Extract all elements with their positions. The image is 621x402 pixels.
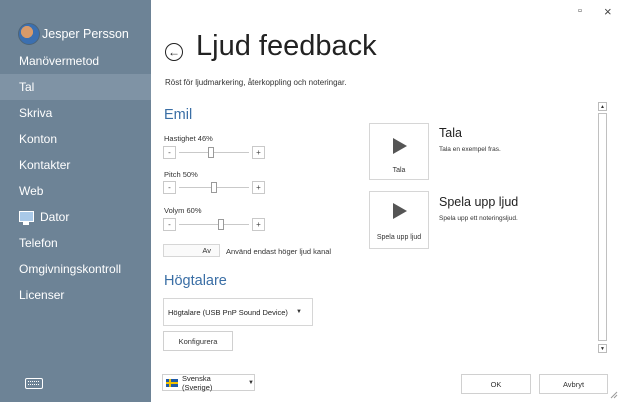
monitor-icon bbox=[19, 210, 34, 225]
play-sound-title: Spela upp ljud bbox=[439, 195, 519, 209]
right-channel-label: Använd endast höger ljud kanal bbox=[226, 247, 332, 256]
scroll-up-button[interactable]: ▲ bbox=[598, 102, 607, 111]
sidebar-item-label: Manövermetod bbox=[19, 54, 100, 68]
pitch-decrease-button[interactable]: - bbox=[163, 181, 176, 194]
volume-increase-button[interactable]: + bbox=[252, 218, 265, 231]
speak-button[interactable]: Tala bbox=[369, 123, 429, 180]
sidebar-item-konton[interactable]: Konton bbox=[0, 126, 151, 152]
sidebar-item-label: Dator bbox=[40, 210, 70, 224]
avatar bbox=[18, 23, 40, 45]
sidebar-item-label: Konton bbox=[19, 132, 58, 146]
sidebar-item-kontakter[interactable]: Kontakter bbox=[0, 152, 151, 178]
minimize-button[interactable]: ▫ bbox=[578, 5, 582, 17]
user-name: Jesper Persson bbox=[42, 27, 129, 41]
chevron-down-icon: ▼ bbox=[248, 379, 254, 386]
swedish-flag-icon bbox=[166, 378, 178, 387]
speaker-selected-value: Högtalare (USB PnP Sound Device) bbox=[168, 307, 288, 317]
speak-button-label: Tala bbox=[392, 167, 406, 174]
sidebar: Jesper Persson Manövermetod Tal Skriva K… bbox=[0, 0, 151, 402]
play-icon bbox=[393, 203, 407, 219]
speaker-section-title: Högtalare bbox=[164, 273, 227, 289]
ok-button[interactable]: OK bbox=[461, 374, 531, 394]
pitch-increase-button[interactable]: + bbox=[252, 181, 265, 194]
slider-track bbox=[179, 224, 249, 225]
resize-grip-icon[interactable] bbox=[610, 391, 618, 399]
sidebar-item-tal[interactable]: Tal bbox=[0, 74, 151, 100]
sidebar-item-licenser[interactable]: Licenser bbox=[0, 282, 151, 308]
slider-thumb[interactable] bbox=[218, 219, 224, 230]
speed-decrease-button[interactable]: - bbox=[163, 146, 176, 159]
vertical-scrollbar[interactable]: ▲ ▼ bbox=[598, 102, 607, 354]
user-profile[interactable]: Jesper Persson bbox=[18, 22, 129, 46]
language-selected-value: Svenska (Sverige) bbox=[181, 373, 213, 392]
voice-section-title: Emil bbox=[164, 107, 193, 123]
sidebar-item-omgivningskontroll[interactable]: Omgivningskontroll bbox=[0, 256, 151, 282]
volume-label: Volym 60% bbox=[164, 206, 202, 215]
sidebar-item-label: Omgivningskontroll bbox=[19, 262, 122, 276]
volume-slider[interactable]: - + bbox=[163, 218, 265, 231]
play-sound-button[interactable]: Spela upp ljud bbox=[369, 191, 429, 249]
sidebar-item-telefon[interactable]: Telefon bbox=[0, 230, 151, 256]
scrollbar-thumb[interactable] bbox=[598, 113, 607, 341]
chevron-down-icon: ▼ bbox=[295, 309, 302, 315]
right-channel-toggle[interactable]: Av bbox=[163, 244, 220, 257]
sidebar-item-label: Telefon bbox=[19, 236, 58, 250]
sidebar-nav: Manövermetod Tal Skriva Konton Kontakter… bbox=[0, 48, 151, 308]
sidebar-item-web[interactable]: Web bbox=[0, 178, 151, 204]
page-title: Ljud feedback bbox=[196, 30, 377, 62]
configure-button[interactable]: Konfigurera bbox=[163, 331, 233, 351]
toggle-state: Av bbox=[202, 246, 211, 255]
page-subtitle: Röst för ljudmarkering, återkoppling och… bbox=[165, 78, 347, 87]
sidebar-item-label: Kontakter bbox=[19, 158, 71, 172]
sidebar-item-label: Tal bbox=[19, 80, 35, 94]
arrow-left-icon: ← bbox=[168, 45, 180, 59]
close-button[interactable]: × bbox=[604, 4, 612, 19]
play-icon bbox=[393, 138, 407, 154]
back-button[interactable]: ← bbox=[165, 43, 183, 61]
play-sound-button-label: Spela upp ljud bbox=[376, 234, 422, 241]
play-sound-description: Spela upp ett noteringsljud. bbox=[439, 215, 518, 222]
speak-title: Tala bbox=[439, 126, 462, 140]
scroll-down-button[interactable]: ▼ bbox=[598, 344, 607, 353]
sidebar-item-label: Licenser bbox=[19, 288, 65, 302]
keyboard-icon[interactable] bbox=[25, 378, 43, 389]
pitch-label: Pitch 50% bbox=[164, 170, 198, 179]
slider-thumb[interactable] bbox=[208, 147, 215, 158]
speaker-select[interactable]: Högtalare (USB PnP Sound Device) ▼ bbox=[163, 298, 313, 326]
speed-increase-button[interactable]: + bbox=[252, 146, 265, 159]
speed-slider[interactable]: - + bbox=[163, 146, 265, 159]
pitch-slider[interactable]: - + bbox=[163, 181, 265, 194]
chevron-down-icon: ▼ bbox=[600, 345, 605, 352]
cancel-button[interactable]: Avbryt bbox=[539, 374, 608, 394]
language-select[interactable]: Svenska (Sverige) ▼ bbox=[162, 373, 255, 392]
speed-label: Hastighet 46% bbox=[164, 134, 213, 143]
slider-thumb[interactable] bbox=[211, 182, 217, 193]
sidebar-item-manovermetod[interactable]: Manövermetod bbox=[0, 48, 151, 74]
sidebar-item-label: Skriva bbox=[19, 106, 53, 120]
sidebar-item-skriva[interactable]: Skriva bbox=[0, 100, 151, 126]
chevron-up-icon: ▲ bbox=[600, 103, 605, 110]
sidebar-item-dator[interactable]: Dator bbox=[0, 204, 151, 230]
sidebar-item-label: Web bbox=[19, 184, 44, 198]
speak-description: Tala en exempel fras. bbox=[439, 146, 501, 153]
volume-decrease-button[interactable]: - bbox=[163, 218, 176, 231]
